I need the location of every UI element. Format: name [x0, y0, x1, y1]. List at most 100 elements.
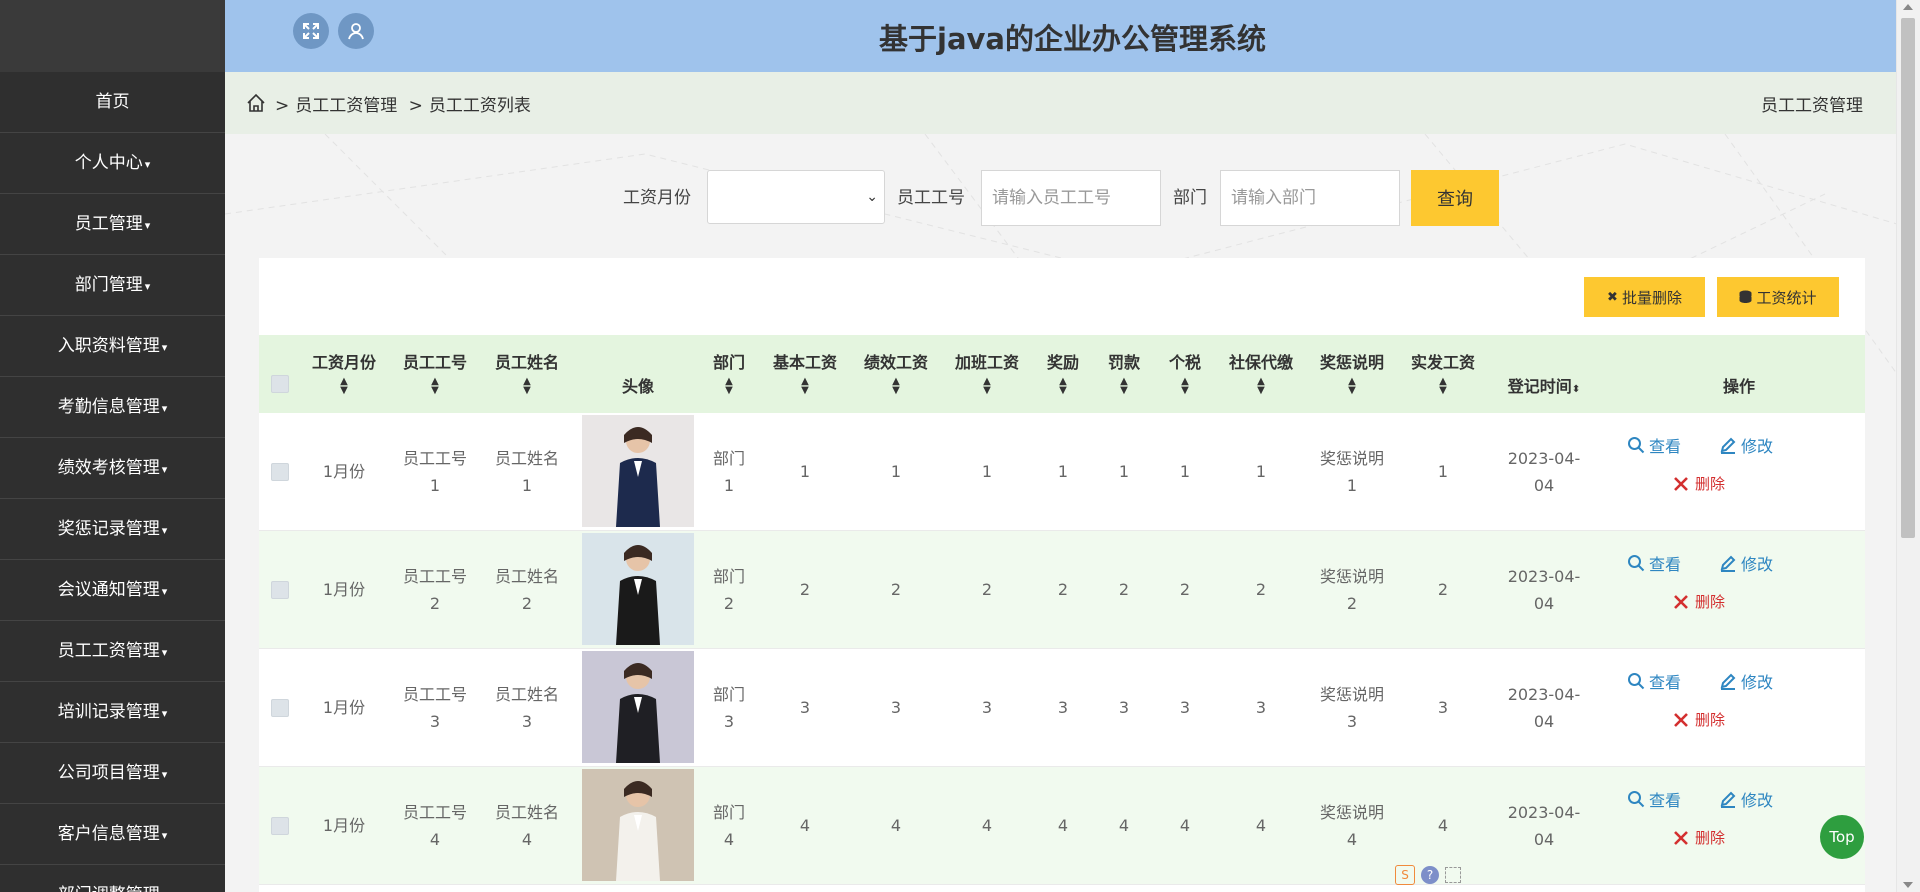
floating-tool-icons: S ? [1395, 865, 1461, 885]
view-button[interactable]: 查看 [1627, 433, 1681, 457]
month-select[interactable]: ⌄ [707, 170, 885, 224]
cell-line-1: 员工工号 [402, 802, 467, 822]
cell-text: 员工姓名 1 [495, 445, 559, 499]
cell-text: 2023-04- 04 [1508, 681, 1581, 735]
cell-date: 2023-04- 04 [1489, 531, 1599, 648]
cell-line-1: 员工姓名 [494, 448, 559, 468]
col-overtime[interactable]: 加班工资 ▲ ▼ [941, 335, 1033, 413]
sidebar-item-4[interactable]: 入职资料管理 ▾ [0, 316, 225, 377]
empno-input[interactable] [981, 170, 1161, 226]
sidebar-item-0[interactable]: 首页 [0, 72, 225, 133]
sidebar-item-2[interactable]: 员工管理 ▾ [0, 194, 225, 255]
col-dept[interactable]: 部门 ▲ ▼ [699, 335, 759, 413]
cell-name: 员工姓名 4 [481, 767, 573, 884]
cell-base: 1 [759, 413, 851, 530]
sidebar-item-6[interactable]: 绩效考核管理 ▾ [0, 438, 225, 499]
cell-line-2: 3 [1346, 711, 1358, 731]
search-button[interactable]: 查询 [1411, 170, 1499, 226]
cell-value: 3 [1255, 698, 1267, 717]
cell-value: 3 [981, 698, 993, 717]
salary-stats-button[interactable]: 工资统计 [1717, 277, 1839, 317]
cell-text: 员工姓名 3 [495, 681, 559, 735]
close-icon [1674, 476, 1688, 491]
sort-icon: ▲ ▼ [1181, 376, 1189, 396]
cell-text: 奖惩说明 2 [1320, 563, 1384, 617]
sidebar-item-label: 个人中心 [74, 153, 143, 173]
cell-line-2: 4 [521, 829, 533, 849]
row-checkbox[interactable] [271, 817, 289, 835]
edit-button[interactable]: 修改 [1719, 551, 1773, 575]
col-name[interactable]: 员工姓名 ▲ ▼ [481, 335, 573, 413]
edit-button[interactable]: 修改 [1719, 787, 1773, 811]
sidebar-item-10[interactable]: 培训记录管理 ▾ [0, 682, 225, 743]
view-button[interactable]: 查看 [1627, 787, 1681, 811]
sogou-input-icon[interactable]: S [1395, 865, 1415, 885]
sidebar-item-label: 员工工资管理 [57, 641, 160, 661]
sidebar-item-5[interactable]: 考勤信息管理 ▾ [0, 377, 225, 438]
breadcrumb-home[interactable] [245, 92, 267, 114]
cell-line-1: 奖惩说明 [1319, 802, 1384, 822]
delete-button[interactable]: 删除 [1673, 473, 1725, 494]
cell-line-2: 04 [1533, 711, 1555, 731]
expand-corner-icon[interactable] [1445, 867, 1461, 883]
sidebar-item-8[interactable]: 会议通知管理 ▾ [0, 560, 225, 621]
edit-button[interactable]: 修改 [1719, 433, 1773, 457]
back-to-top-button[interactable]: Top [1820, 815, 1864, 859]
col-note[interactable]: 奖惩说明 ▲ ▼ [1307, 335, 1397, 413]
col-month[interactable]: 工资月份 ▲ ▼ [299, 335, 389, 413]
row-checkbox[interactable] [271, 581, 289, 599]
scroll-thumb[interactable] [1901, 18, 1915, 538]
sidebar-item-label: 考勤信息管理 [57, 397, 160, 417]
sort-icon: ▲ ▼ [983, 376, 991, 396]
table-header: 工资月份 ▲ ▼ 员工工号 ▲ ▼ 员工姓名 ▲ ▼ 头像 部门 ▲ ▼ 基本工资 ▲ ▼ 绩效工资… [259, 335, 1865, 413]
col-net[interactable]: 实发工资 ▲ ▼ [1397, 335, 1489, 413]
row-checkbox[interactable] [271, 699, 289, 717]
sidebar-item-7[interactable]: 奖惩记录管理 ▾ [0, 499, 225, 560]
cell-line-2: 04 [1533, 475, 1555, 495]
breadcrumb-sep: > [275, 95, 290, 116]
cell-tax: 4 [1155, 767, 1215, 884]
cell-text: 部门 1 [713, 445, 745, 499]
sidebar-item-11[interactable]: 公司项目管理 ▾ [0, 743, 225, 804]
breadcrumb-level1[interactable]: 员工工资管理 [295, 96, 397, 116]
sidebar-item-label: 入职资料管理 [57, 336, 160, 356]
search-bar: 工资月份 ⌄ 员工工号 部门 查询 [225, 170, 1897, 226]
sidebar-item-9[interactable]: 员工工资管理 ▾ [0, 621, 225, 682]
col-fine[interactable]: 罚款 ▲ ▼ [1093, 335, 1155, 413]
delete-button[interactable]: 删除 [1673, 591, 1725, 612]
select-all-checkbox[interactable] [271, 375, 289, 393]
edit-button[interactable]: 修改 [1719, 669, 1773, 693]
scroll-down-arrow-icon[interactable] [1903, 882, 1913, 888]
sidebar-item-1[interactable]: 个人中心 ▾ [0, 133, 225, 194]
col-bonus[interactable]: 奖励 ▲ ▼ [1033, 335, 1093, 413]
cell-line-2: 3 [521, 711, 533, 731]
dept-input[interactable] [1220, 170, 1400, 226]
col-social[interactable]: 社保代缴 ▲ ▼ [1215, 335, 1307, 413]
sidebar-item-12[interactable]: 客户信息管理 ▾ [0, 804, 225, 865]
salary-stats-label: 工资统计 [1756, 288, 1817, 307]
cell-perf: 3 [851, 649, 941, 766]
view-button[interactable]: 查看 [1627, 669, 1681, 693]
delete-button[interactable]: 删除 [1673, 827, 1725, 848]
row-checkbox[interactable] [271, 463, 289, 481]
sidebar-item-13[interactable]: 部门调整管理▾ [0, 865, 225, 892]
view-button[interactable]: 查看 [1627, 551, 1681, 575]
col-perf[interactable]: 绩效工资 ▲ ▼ [851, 335, 941, 413]
cell-line-2: 2 [521, 593, 533, 613]
batch-delete-button[interactable]: ✖ 批量删除 [1584, 277, 1705, 317]
page-scrollbar[interactable] [1896, 0, 1920, 892]
col-base[interactable]: 基本工资 ▲ ▼ [759, 335, 851, 413]
col-date[interactable]: 登记时间⬍ [1489, 335, 1599, 413]
scroll-up-arrow-icon[interactable] [1903, 4, 1913, 10]
dept-label: 部门 [1173, 188, 1207, 208]
delete-label: 删除 [1695, 593, 1726, 611]
edit-label: 修改 [1741, 437, 1774, 456]
search-icon [1628, 673, 1645, 690]
help-icon[interactable]: ? [1421, 866, 1439, 884]
delete-button[interactable]: 删除 [1673, 709, 1725, 730]
sidebar-item-3[interactable]: 部门管理 ▾ [0, 255, 225, 316]
cell-date: 2023-04- 04 [1489, 649, 1599, 766]
cell-line-1: 员工工号 [402, 448, 467, 468]
col-tax[interactable]: 个税 ▲ ▼ [1155, 335, 1215, 413]
col-empno[interactable]: 员工工号 ▲ ▼ [389, 335, 481, 413]
